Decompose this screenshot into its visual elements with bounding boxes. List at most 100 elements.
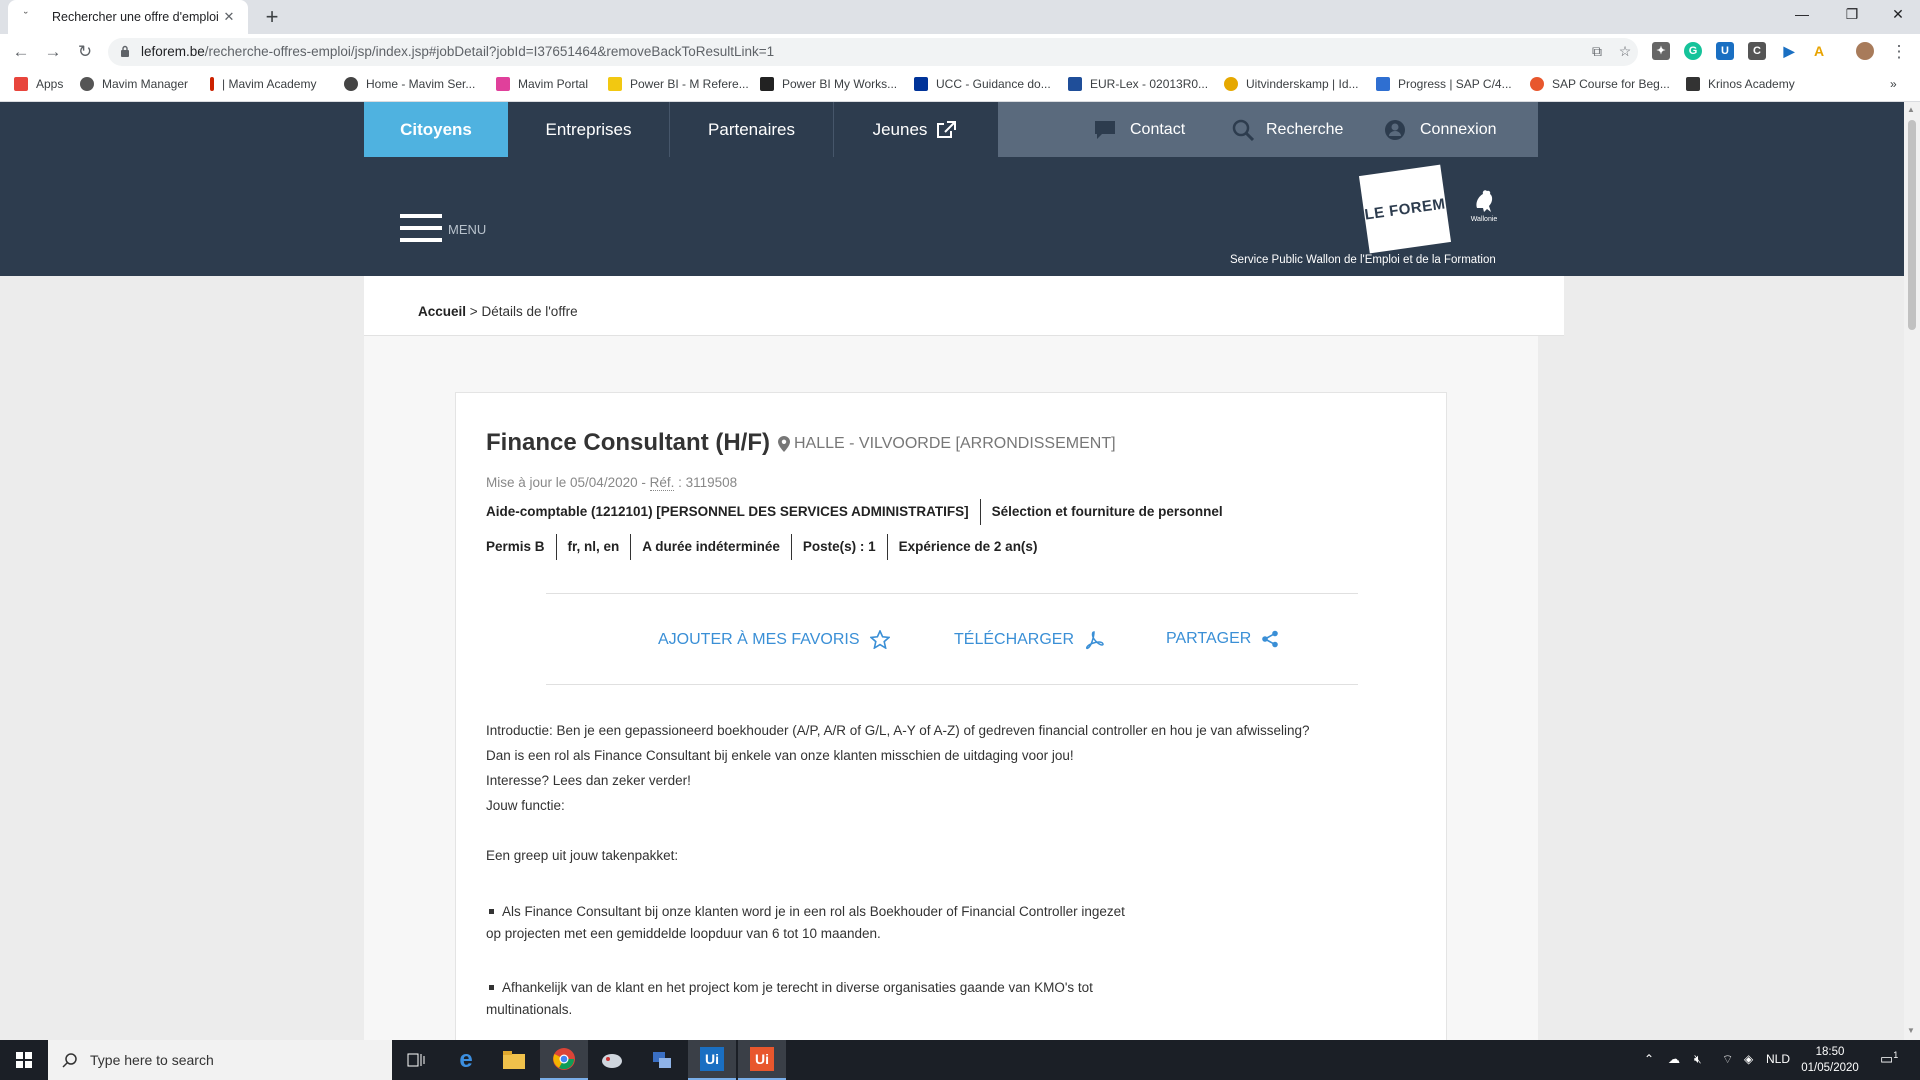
clock-date: 01/05/2020: [1801, 1062, 1859, 1074]
star-icon[interactable]: ☆: [1616, 43, 1634, 61]
taskbar-clock[interactable]: 18:50 01/05/2020: [1800, 1044, 1860, 1076]
volume-muted-icon[interactable]: 🔇︎: [1694, 1052, 1702, 1067]
nav-contact-label: Contact: [1130, 120, 1186, 138]
nav-citoyens[interactable]: Citoyens: [364, 102, 508, 157]
share-button[interactable]: PARTAGER: [1166, 630, 1279, 648]
bookmark-label: EUR-Lex - 02013R0...: [1090, 77, 1209, 91]
bookmark-uitvinderskamp[interactable]: Uitvinderskamp | Id...: [1224, 77, 1359, 91]
forward-icon[interactable]: →: [40, 39, 66, 65]
bookmark-krinos-academy[interactable]: Krinos Academy: [1686, 77, 1795, 91]
bookmark-mavim-manager[interactable]: Mavim Manager: [80, 77, 188, 91]
bookmark-home-mavim[interactable]: Home - Mavim Ser...: [344, 77, 475, 91]
list-item: Afhankelijk van de klant en het project …: [486, 977, 1186, 1021]
tab-close-icon[interactable]: ✕: [220, 9, 238, 25]
bookmark-ucc-guidance[interactable]: UCC - Guidance do...: [914, 77, 1051, 91]
taskbar-search-placeholder: Type here to search: [90, 1052, 214, 1068]
job-location-text: HALLE - VILVOORDE [ARRONDISSEMENT]: [794, 435, 1116, 452]
breadcrumb-home-link[interactable]: Accueil: [418, 304, 466, 319]
bookmark-label: Power BI - M Refere...: [630, 77, 749, 91]
uipath-robot-icon[interactable]: Ui: [738, 1040, 786, 1080]
browser-tab[interactable]: ˘ Rechercher une offre d'emploi ✕: [8, 0, 248, 34]
a-extension-icon[interactable]: A: [1810, 42, 1828, 60]
page-viewport: Citoyens Entreprises Partenaires Jeunes …: [0, 102, 1904, 1040]
bullet-line: Afhankelijk van de klant en het project …: [502, 980, 1093, 995]
back-icon[interactable]: ←: [8, 39, 34, 65]
site-header: Citoyens Entreprises Partenaires Jeunes …: [0, 102, 1904, 276]
app-bird-icon[interactable]: [588, 1040, 636, 1080]
close-window-icon[interactable]: ✕: [1876, 0, 1920, 30]
uipath-studio-icon[interactable]: Ui: [688, 1040, 736, 1080]
minimize-icon[interactable]: —: [1780, 0, 1824, 30]
breadcrumb-bar: Accueil > Détails de l'offre: [364, 276, 1564, 336]
portal-icon: [496, 77, 510, 91]
bookmark-label: Mavim Portal: [518, 77, 589, 91]
notification-center-icon[interactable]: ▭1: [1880, 1050, 1898, 1068]
bookmark-apps[interactable]: Apps: [14, 77, 63, 91]
app-network-icon[interactable]: [638, 1040, 686, 1080]
task-view-icon[interactable]: [392, 1040, 440, 1080]
bookmarks-bar: Apps Mavim Manager | Mavim Academy Home …: [0, 70, 1920, 102]
sap-icon: [1376, 77, 1390, 91]
bookmark-powerbi-workspace[interactable]: Power BI My Works...: [760, 77, 897, 91]
extensions-icon[interactable]: ✦: [1652, 42, 1670, 60]
search-icon: [62, 1053, 77, 1068]
tray-overflow-icon[interactable]: ⌃: [1644, 1052, 1654, 1066]
reload-icon[interactable]: ↻: [72, 39, 98, 65]
uipath-extension-icon[interactable]: U: [1716, 42, 1734, 60]
taskbar-search[interactable]: Type here to search: [48, 1040, 392, 1080]
wifi-icon[interactable]: ⌔: [1722, 1052, 1733, 1067]
nav-jeunes[interactable]: Jeunes: [834, 102, 996, 157]
nav-partenaires[interactable]: Partenaires: [670, 102, 834, 157]
restore-icon[interactable]: ❐: [1830, 0, 1874, 30]
job-details-row: Permis B fr, nl, en A durée indéterminée…: [486, 534, 1048, 560]
chat-icon: [1095, 120, 1115, 139]
translate-icon[interactable]: ⧉: [1588, 43, 1606, 61]
language-indicator[interactable]: NLD: [1766, 1052, 1790, 1066]
new-tab-button[interactable]: +: [258, 3, 286, 31]
le-forem-logo[interactable]: LE FOREM: [1358, 164, 1452, 254]
description-line: Jouw functie:: [486, 798, 565, 813]
region-label: Wallonie: [1470, 216, 1498, 223]
menu-button[interactable]: MENU: [400, 214, 486, 244]
external-link-icon: [937, 120, 957, 138]
play-extension-icon[interactable]: ▶: [1780, 42, 1798, 60]
page-scrollbar[interactable]: ▲ ▼: [1904, 102, 1920, 1040]
bookmark-mavim-portal[interactable]: Mavim Portal: [496, 77, 588, 91]
nav-entreprises[interactable]: Entreprises: [508, 102, 670, 157]
add-favorite-button[interactable]: AJOUTER À MES FAVORIS: [658, 630, 890, 649]
bookmark-eur-lex[interactable]: EUR-Lex - 02013R0...: [1068, 77, 1208, 91]
address-bar[interactable]: leforem.be/recherche-offres-emploi/jsp/i…: [108, 38, 1638, 66]
start-button[interactable]: [0, 1040, 48, 1080]
bookmarks-overflow-icon[interactable]: »: [1890, 77, 1897, 91]
breadcrumb-current: Détails de l'offre: [481, 304, 578, 319]
scroll-down-icon[interactable]: ▼: [1907, 1026, 1915, 1035]
bookmark-label: UCC - Guidance do...: [936, 77, 1051, 91]
bookmark-mavim-academy[interactable]: | Mavim Academy: [210, 77, 316, 91]
scrollbar-thumb[interactable]: [1908, 120, 1916, 330]
uitvinderskamp-icon: [1224, 77, 1238, 91]
edge-icon[interactable]: e: [442, 1040, 490, 1080]
bookmark-sap-course[interactable]: SAP Course for Beg...: [1530, 77, 1670, 91]
job-description: Introductie: Ben je een gepassioneerd bo…: [486, 718, 1386, 868]
bookmark-powerbi-reference[interactable]: Power BI - M Refere...: [608, 77, 749, 91]
nav-recherche[interactable]: Recherche: [1232, 102, 1343, 157]
chrome-icon[interactable]: [540, 1040, 588, 1080]
pdf-icon: [1086, 631, 1104, 650]
logo-text: LE FOREM: [1363, 194, 1447, 224]
download-button[interactable]: TÉLÉCHARGER: [954, 630, 1104, 650]
grammarly-icon[interactable]: G: [1684, 42, 1702, 60]
c-extension-icon[interactable]: C: [1748, 42, 1766, 60]
bookmark-progress-sap[interactable]: Progress | SAP C/4...: [1376, 77, 1512, 91]
file-explorer-icon[interactable]: [490, 1040, 538, 1080]
nav-connexion[interactable]: Connexion: [1384, 102, 1497, 157]
tab-title: Rechercher une offre d'emploi: [52, 10, 219, 24]
bar-chart-icon: [760, 77, 774, 91]
nav-contact[interactable]: Contact: [1094, 102, 1185, 157]
more-icon[interactable]: ⋮: [1886, 39, 1912, 65]
dropbox-icon[interactable]: ◈: [1744, 1052, 1753, 1066]
onedrive-icon[interactable]: ☁: [1668, 1052, 1680, 1066]
profile-icon[interactable]: [1856, 42, 1874, 60]
nav-connexion-label: Connexion: [1420, 120, 1497, 138]
scroll-up-icon[interactable]: ▲: [1907, 105, 1915, 114]
